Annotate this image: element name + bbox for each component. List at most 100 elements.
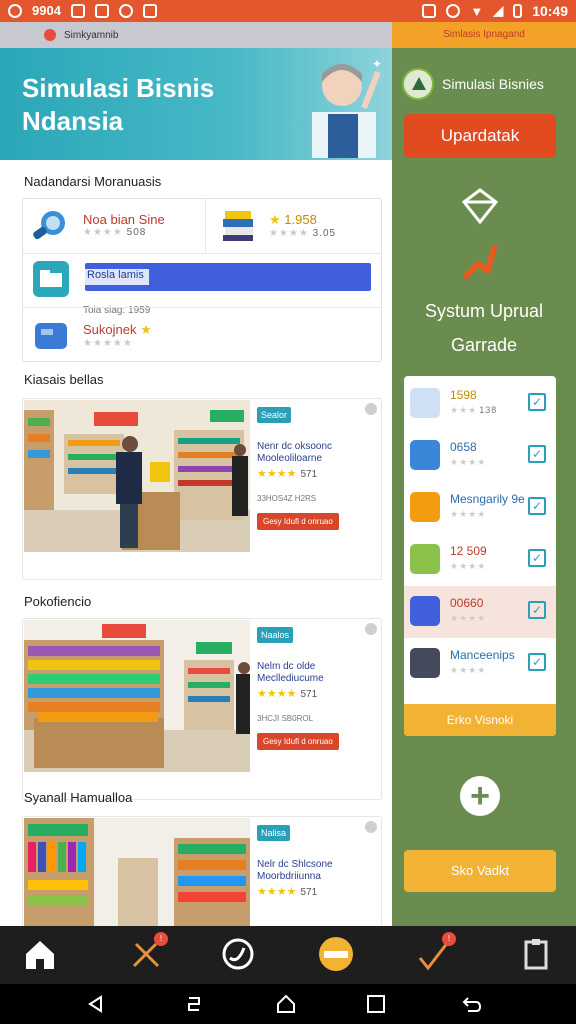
system-title-line1: Systum Uprual bbox=[424, 301, 544, 321]
item-rating: ★★★★ bbox=[450, 561, 487, 571]
box-icon bbox=[410, 440, 440, 470]
add-icon[interactable]: + bbox=[460, 776, 500, 816]
facebook-icon bbox=[94, 3, 109, 18]
product-rating: ★★★★ 508 bbox=[83, 227, 147, 238]
item-checkbox[interactable]: ✓ bbox=[528, 549, 546, 567]
wrench-icon[interactable] bbox=[460, 242, 500, 282]
list-item[interactable]: Manceenips ★★★★ ✓ bbox=[404, 638, 556, 690]
hero-title: Simulasi Bisnis Ndansia bbox=[22, 72, 262, 138]
system-navigation bbox=[0, 984, 576, 1024]
return-icon[interactable] bbox=[462, 994, 482, 1014]
system-title-line2: Garrade bbox=[450, 335, 518, 355]
close-icon[interactable] bbox=[365, 623, 377, 635]
truck-icon bbox=[410, 544, 440, 574]
item-checkbox[interactable]: ✓ bbox=[528, 601, 546, 619]
list-item[interactable]: 0658 ★★★★ ✓ bbox=[404, 430, 556, 482]
clock: 10:49 bbox=[532, 3, 568, 19]
bottom-action-button[interactable]: Sko Vadkt bbox=[404, 850, 556, 892]
section-title-pokofiencio: Pokofiencio bbox=[24, 594, 92, 609]
magnifier-product-icon bbox=[33, 211, 65, 240]
list-item[interactable]: 12 509 ★★★★ ✓ bbox=[404, 534, 556, 586]
store-photo bbox=[24, 620, 250, 772]
machine-icon bbox=[410, 596, 440, 626]
item-value: 00660 bbox=[450, 596, 484, 610]
feature-action-button[interactable]: Gesy Idufl d onruao bbox=[257, 733, 339, 750]
item-checkbox[interactable]: ✓ bbox=[528, 653, 546, 671]
basket-product-icon bbox=[33, 261, 69, 297]
item-checkbox[interactable]: ✓ bbox=[528, 445, 546, 463]
wifi-icon: ▼ bbox=[470, 3, 484, 19]
item-rating: ★★★★ bbox=[450, 613, 487, 623]
list-item[interactable]: 1598 ★★★ 138 ✓ bbox=[404, 378, 556, 430]
hero-title-line1: Simulasi Bisnis bbox=[22, 73, 215, 103]
svg-text:✦: ✦ bbox=[372, 57, 382, 71]
back-icon[interactable] bbox=[86, 994, 106, 1014]
feature-card-3[interactable]: Nalisa Nelr dc Shlcsone Moorbdriiunna ★★★… bbox=[22, 816, 382, 926]
cart-icon bbox=[410, 492, 440, 522]
notification-badge: ! bbox=[442, 932, 456, 946]
list-item-selected[interactable]: 00660 ★★★★ ✓ bbox=[404, 586, 556, 638]
system-title: Systum Uprual Garrade bbox=[392, 294, 576, 362]
tasks-tab[interactable]: ! bbox=[416, 932, 456, 972]
feature-action-button[interactable]: Gesy Idufl d onruao bbox=[257, 513, 339, 530]
app-dot-icon bbox=[44, 29, 56, 41]
product-card-1[interactable]: Noa bian Sine ★★★★ 508 bbox=[31, 207, 165, 243]
product-card-3[interactable] bbox=[31, 261, 71, 297]
wallet-icon[interactable] bbox=[318, 936, 354, 972]
home-button-icon[interactable] bbox=[276, 994, 296, 1014]
feature-badge: Sealor bbox=[257, 407, 292, 423]
item-checkbox[interactable]: ✓ bbox=[528, 497, 546, 515]
battery-icon bbox=[513, 4, 523, 18]
top-strip: Simkyamnib bbox=[0, 22, 392, 48]
feature-code: 3HCJI SB0ROL bbox=[257, 714, 314, 723]
gear-machine-icon bbox=[410, 648, 440, 678]
feature-code: 33HOS4Z H2RS bbox=[257, 494, 317, 503]
section-title-store: Kiasais bellas bbox=[24, 372, 104, 387]
video-icon bbox=[142, 3, 157, 18]
progress-bar: Rosla lamis bbox=[85, 263, 371, 291]
product-card-2[interactable]: ★ 1.958 ★★★★ 3.05 bbox=[219, 207, 336, 243]
feature-rating: ★★★★ 571 bbox=[257, 468, 318, 480]
list-item[interactable]: Mesngarily 9e ★★★★ ✓ bbox=[404, 482, 556, 534]
feature-card-1[interactable]: Sealor Nenr dc oksoonc Mooleoliloarne ★★★… bbox=[22, 398, 382, 580]
feature-badge: Nalisa bbox=[257, 825, 291, 841]
vibrate-icon bbox=[422, 4, 437, 18]
list-footer-button[interactable]: Erko Visnoki bbox=[404, 704, 556, 736]
hero-banner[interactable]: Simulasi Bisnis Ndansia ✦ bbox=[0, 48, 392, 160]
close-icon[interactable] bbox=[365, 403, 377, 415]
item-value: 1598 bbox=[450, 388, 477, 402]
item-checkbox[interactable]: ✓ bbox=[528, 393, 546, 411]
update-button[interactable]: Upardatak bbox=[404, 114, 556, 158]
product-name: Sukojnek ★ bbox=[83, 321, 152, 337]
status-bar: 9904 ▼ ◢ 10:49 bbox=[0, 0, 576, 22]
notification-badge: ! bbox=[154, 932, 168, 946]
home-icon[interactable] bbox=[22, 936, 58, 972]
product-card-4[interactable]: Sukojnek ★ ★★★★★ bbox=[31, 317, 152, 353]
clipboard-icon[interactable] bbox=[518, 936, 554, 972]
progress-label: Rosla lamis bbox=[85, 269, 149, 285]
product-name: Noa bian Sine bbox=[83, 212, 165, 227]
tools-tab[interactable]: ! bbox=[128, 932, 168, 972]
hero-title-line2: Ndansia bbox=[22, 106, 124, 136]
recent-apps-icon[interactable] bbox=[184, 994, 204, 1014]
side-header: Simulasi Bisnies bbox=[402, 68, 544, 100]
notification-icon bbox=[8, 3, 22, 18]
overview-icon[interactable] bbox=[366, 994, 386, 1014]
feature-title: Nelm dc olde Mecllediucume bbox=[257, 661, 324, 684]
instagram-icon bbox=[118, 3, 133, 18]
item-rating: ★★★★ bbox=[450, 457, 487, 467]
side-strip: Simlasis Ipnagand bbox=[392, 22, 576, 48]
main-panel: Simkyamnib Simulasi Bisnis Ndansia ✦ Nad… bbox=[0, 22, 392, 926]
feature-card-2[interactable]: Naalos Nelm dc olde Mecllediucume ★★★★ 571… bbox=[22, 618, 382, 800]
gauge-icon[interactable] bbox=[220, 936, 256, 972]
item-value: Mesngarily 9e bbox=[450, 492, 525, 506]
alarm-icon bbox=[446, 4, 461, 18]
side-header-title: Simulasi Bisnies bbox=[442, 76, 544, 92]
item-rating: ★★★★ bbox=[450, 509, 487, 519]
diamond-icon[interactable] bbox=[460, 186, 500, 226]
section-title-hamualloa: Syanall Hamualloa bbox=[24, 790, 133, 805]
product-rating: ★★★★★ bbox=[83, 337, 133, 349]
close-icon[interactable] bbox=[365, 821, 377, 833]
stack-product-icon bbox=[223, 211, 253, 241]
item-value: 0658 bbox=[450, 440, 477, 454]
